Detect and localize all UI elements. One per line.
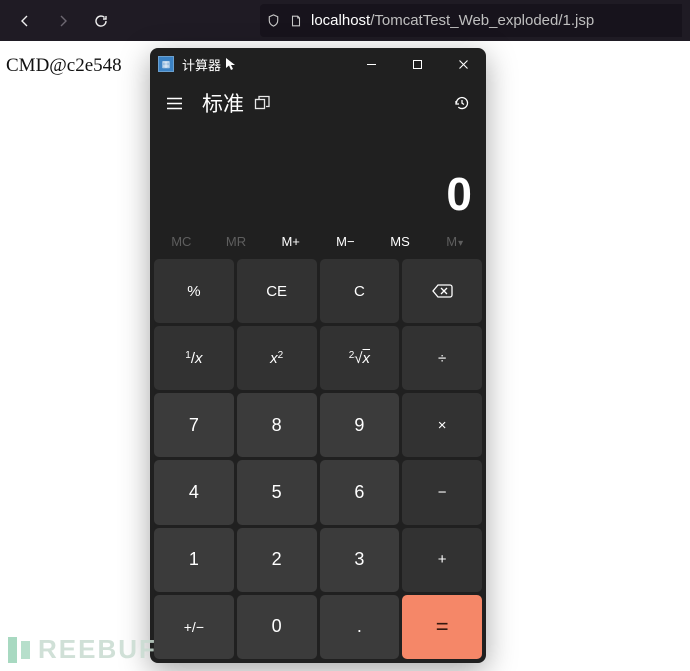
browser-toolbar: localhost/TomcatTest_Web_exploded/1.jsp	[0, 0, 690, 41]
c-key[interactable]: C	[320, 259, 400, 323]
page-icon	[289, 14, 303, 28]
reciprocal-key[interactable]: 1/x	[154, 326, 234, 390]
nav-reload-button[interactable]	[84, 6, 118, 36]
mc-button[interactable]: MC	[154, 234, 209, 249]
calculator-window: ▦ 计算器 标准 0 MC MR	[150, 48, 486, 663]
menu-button[interactable]	[156, 85, 192, 121]
calculator-app-icon: ▦	[158, 56, 174, 72]
nav-forward-button[interactable]	[46, 6, 80, 36]
negate-key[interactable]: +/−	[154, 595, 234, 659]
nav-back-button[interactable]	[8, 6, 42, 36]
multiply-key[interactable]: ×	[402, 393, 482, 457]
mode-bar: 标准	[150, 80, 486, 122]
plus-key[interactable]: +	[402, 528, 482, 592]
m-plus-button[interactable]: M+	[263, 234, 318, 249]
divide-key[interactable]: ÷	[402, 326, 482, 390]
percent-key[interactable]: %	[154, 259, 234, 323]
keep-on-top-button[interactable]	[254, 95, 271, 112]
digit-5-key[interactable]: 5	[237, 460, 317, 524]
maximize-button[interactable]	[394, 48, 440, 80]
window-title: 计算器	[182, 55, 221, 74]
shield-icon	[266, 13, 281, 28]
digit-8-key[interactable]: 8	[237, 393, 317, 457]
equals-key[interactable]: =	[402, 595, 482, 659]
memory-row: MC MR M+ M− MS M▾	[150, 227, 486, 255]
digit-0-key[interactable]: 0	[237, 595, 317, 659]
m-minus-button[interactable]: M−	[318, 234, 373, 249]
decimal-key[interactable]: .	[320, 595, 400, 659]
square-key[interactable]: x2	[237, 326, 317, 390]
digit-3-key[interactable]: 3	[320, 528, 400, 592]
url-text: localhost/TomcatTest_Web_exploded/1.jsp	[311, 12, 594, 29]
digit-9-key[interactable]: 9	[320, 393, 400, 457]
close-button[interactable]	[440, 48, 486, 80]
digit-6-key[interactable]: 6	[320, 460, 400, 524]
watermark: REEBUF	[8, 634, 157, 665]
mode-label: 标准	[202, 88, 244, 118]
mr-button[interactable]: MR	[209, 234, 264, 249]
sqrt-key[interactable]: 2√x	[320, 326, 400, 390]
cursor-icon	[225, 57, 237, 71]
ms-button[interactable]: MS	[373, 234, 428, 249]
ce-key[interactable]: CE	[237, 259, 317, 323]
page-output-text: CMD@c2e548	[6, 55, 122, 77]
keypad: % CE C 1/x x2 2√x ÷ 7 8 9 × 4 5 6 − 1 2 …	[150, 255, 486, 663]
digit-1-key[interactable]: 1	[154, 528, 234, 592]
digit-2-key[interactable]: 2	[237, 528, 317, 592]
digit-7-key[interactable]: 7	[154, 393, 234, 457]
digit-4-key[interactable]: 4	[154, 460, 234, 524]
backspace-key[interactable]	[402, 259, 482, 323]
address-bar[interactable]: localhost/TomcatTest_Web_exploded/1.jsp	[260, 4, 682, 37]
titlebar[interactable]: ▦ 计算器	[150, 48, 486, 80]
history-button[interactable]	[444, 85, 480, 121]
minus-key[interactable]: −	[402, 460, 482, 524]
calculator-display: 0	[150, 122, 486, 227]
minimize-button[interactable]	[348, 48, 394, 80]
m-dropdown-button[interactable]: M▾	[427, 234, 482, 249]
page-body: CMD@c2e548 ▦ 计算器 标准	[0, 41, 690, 671]
